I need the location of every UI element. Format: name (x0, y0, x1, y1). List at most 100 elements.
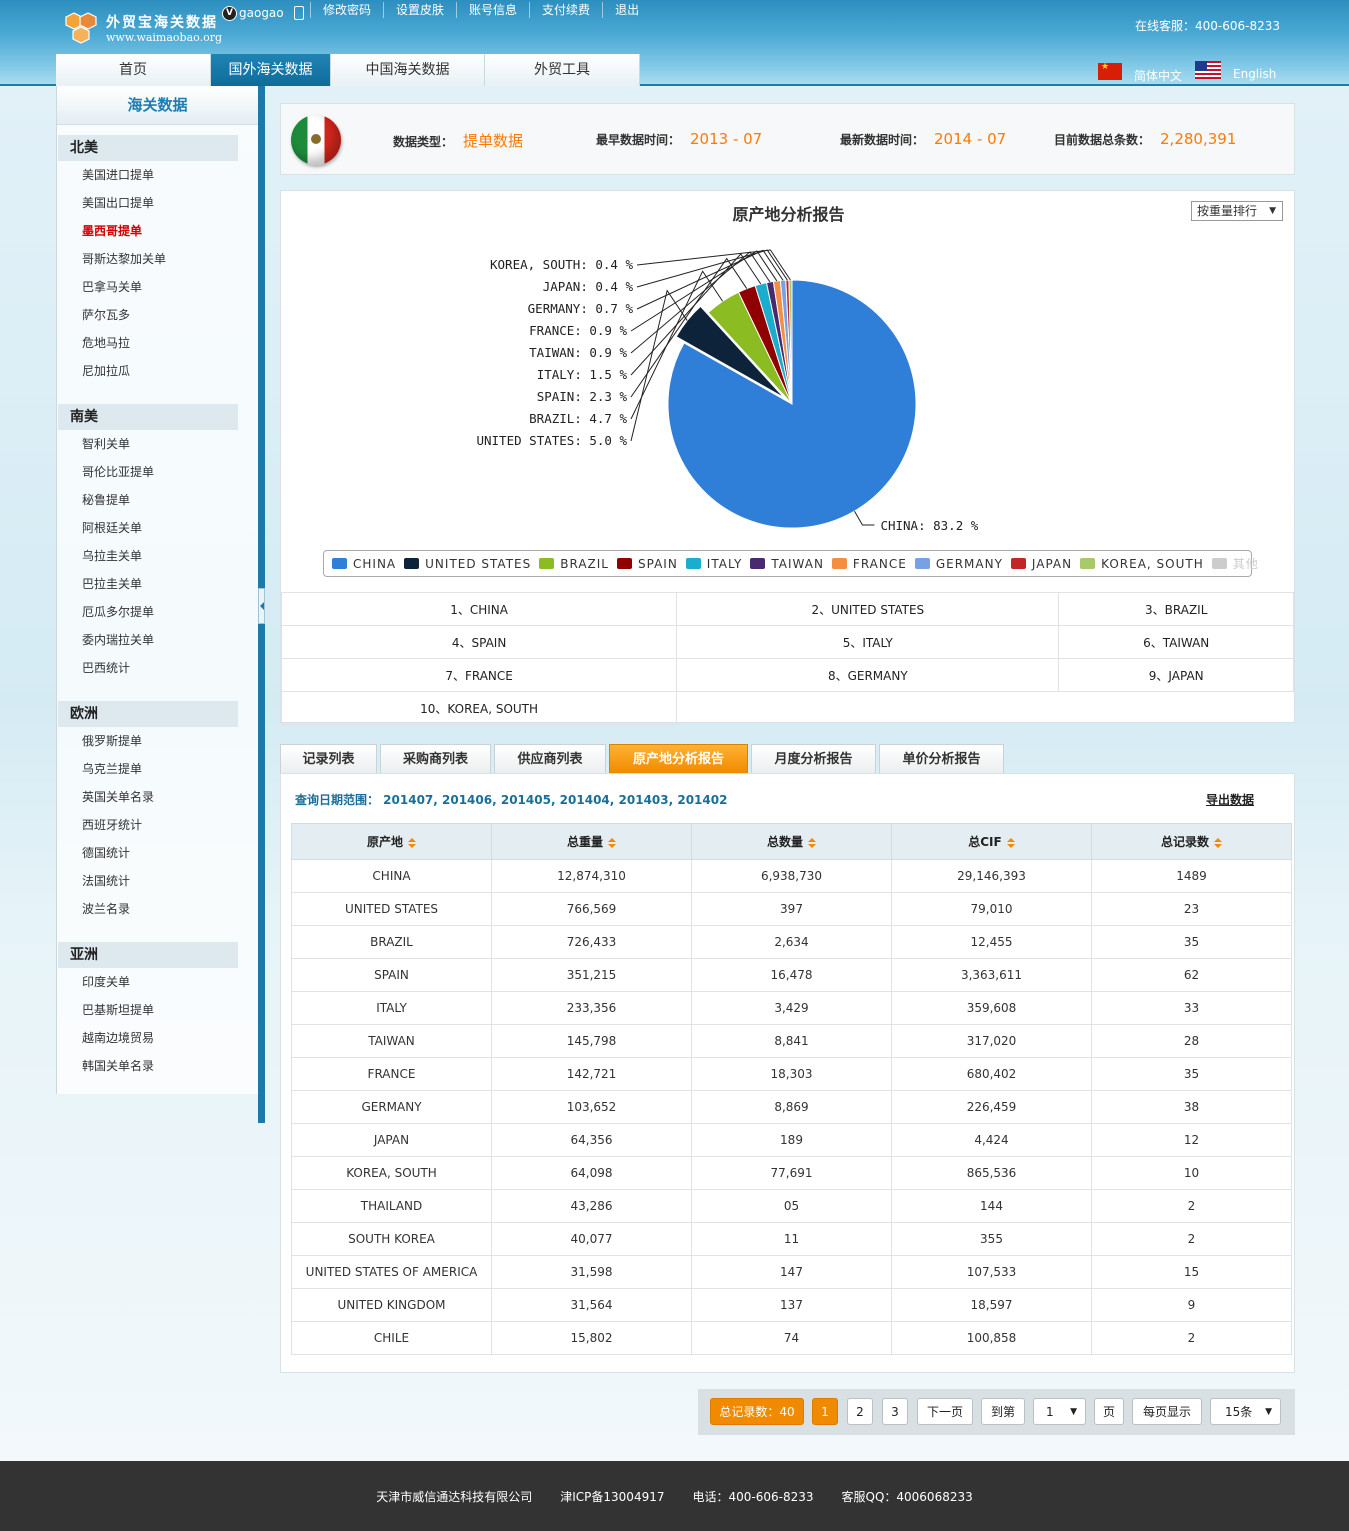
sidebar-item[interactable]: 波兰名录 (57, 895, 258, 923)
legend-item[interactable]: ITALY (685, 557, 743, 571)
sidebar-item[interactable]: 俄罗斯提单 (57, 727, 258, 755)
col-header-cif[interactable]: 总CIF (891, 823, 1092, 860)
payment-link[interactable]: 支付续费 (529, 2, 602, 18)
goto-page-select[interactable]: 1 (1033, 1398, 1086, 1426)
sort-icon[interactable] (1006, 837, 1015, 848)
page-unit-button[interactable]: 页 (1094, 1398, 1124, 1425)
legend-item[interactable]: JAPAN (1010, 557, 1072, 571)
col-header-origin[interactable]: 原产地 (291, 823, 492, 860)
account-info-link[interactable]: 账号信息 (456, 2, 529, 18)
data-type-info: 数据类型： 提单数据 (393, 130, 523, 151)
sidebar-item[interactable]: 阿根廷关单 (57, 514, 258, 542)
next-page-button[interactable]: 下一页 (917, 1398, 973, 1425)
footer-icp[interactable]: 津ICP备13004917 (560, 1488, 664, 1505)
lang-english[interactable]: English (1195, 59, 1276, 81)
sort-icon[interactable] (408, 837, 416, 848)
nav-tab-foreign-customs[interactable]: 国外海关数据 (211, 54, 331, 86)
pie-data-label: BRAZIL: 4.7 % (529, 411, 627, 426)
sidebar-item[interactable]: 印度关单 (57, 968, 258, 996)
goto-page-button[interactable]: 到第 (981, 1398, 1025, 1425)
sidebar-item[interactable]: 韩国关单名录 (57, 1052, 258, 1080)
page-button[interactable]: 2 (847, 1398, 873, 1425)
sidebar-item[interactable]: 乌克兰提单 (57, 755, 258, 783)
col-header-records[interactable]: 总记录数 (1091, 823, 1292, 860)
sidebar-item[interactable]: 巴拿马关单 (57, 273, 258, 301)
sidebar-item[interactable]: 德国统计 (57, 839, 258, 867)
sort-icon[interactable] (1214, 837, 1222, 848)
tab-records[interactable]: 记录列表 (280, 744, 377, 773)
latest-date-label: 最新数据时间： (840, 133, 925, 147)
change-password-link[interactable]: 修改密码 (310, 2, 383, 18)
tab-buyers[interactable]: 采购商列表 (380, 744, 491, 773)
mobile-icon[interactable] (293, 6, 304, 20)
sort-icon[interactable] (808, 837, 816, 848)
page-button-current[interactable]: 1 (812, 1398, 838, 1425)
legend-item[interactable]: FRANCE (831, 557, 907, 571)
col-header-quantity[interactable]: 总数量 (691, 823, 892, 860)
legend-item[interactable]: TAIWAN (750, 557, 824, 571)
tab-monthly-report[interactable]: 月度分析报告 (751, 744, 876, 773)
table-cell: BRAZIL (291, 925, 492, 959)
sidebar-item[interactable]: 厄瓜多尔提单 (57, 598, 258, 626)
legend-item[interactable]: 其他 (1211, 555, 1259, 572)
col-header-weight[interactable]: 总重量 (491, 823, 692, 860)
pie-data-label: GERMANY: 0.7 % (528, 301, 634, 316)
region-asia: 亚洲 (58, 942, 238, 968)
tab-unit-price-report[interactable]: 单价分析报告 (879, 744, 1004, 773)
sort-icon[interactable] (608, 837, 616, 848)
lang-english-label: English (1233, 67, 1277, 81)
tab-origin-report[interactable]: 原产地分析报告 (609, 744, 748, 773)
table-cell: 8,841 (691, 1024, 892, 1058)
legend-item[interactable]: KOREA, SOUTH (1080, 557, 1204, 571)
table-cell: 35 (1091, 925, 1292, 959)
legend-swatch (539, 558, 555, 569)
legend-item[interactable]: GERMANY (914, 557, 1003, 571)
legend-swatch (1211, 558, 1227, 569)
tab-suppliers[interactable]: 供应商列表 (494, 744, 606, 773)
legend-item[interactable]: SPAIN (616, 556, 678, 571)
sidebar-item[interactable]: 尼加拉瓜 (57, 357, 258, 385)
legend-swatch (1010, 558, 1026, 569)
sidebar-item[interactable]: 危地马拉 (57, 329, 258, 357)
legend-label: SPAIN (637, 556, 678, 571)
legend-item[interactable]: UNITED STATES (404, 557, 531, 571)
per-page-button[interactable]: 每页显示 (1132, 1398, 1202, 1425)
sidebar-collapse-handle-icon[interactable] (258, 588, 265, 624)
region-europe: 欧洲 (58, 701, 238, 727)
sidebar-item[interactable]: 哥斯达黎加关单 (57, 245, 258, 273)
skin-settings-link[interactable]: 设置皮肤 (383, 2, 456, 18)
sidebar-item[interactable]: 智利关单 (57, 430, 258, 458)
sidebar-item[interactable]: 巴基斯坦提单 (57, 996, 258, 1024)
sidebar-item[interactable]: 美国出口提单 (57, 189, 258, 217)
sidebar-item-active[interactable]: 墨西哥提单 (57, 217, 258, 245)
per-page-select[interactable]: 15条 (1210, 1398, 1281, 1426)
legend-item[interactable]: BRAZIL (539, 557, 609, 571)
sidebar-item[interactable]: 哥伦比亚提单 (57, 458, 258, 486)
sidebar-item[interactable]: 巴拉圭关单 (57, 570, 258, 598)
sidebar-item[interactable]: 萨尔瓦多 (57, 301, 258, 329)
sidebar-item[interactable]: 越南边境贸易 (57, 1024, 258, 1052)
sidebar-item[interactable]: 法国统计 (57, 867, 258, 895)
table-row: 10、KOREA, SOUTH (280, 691, 1294, 725)
export-data-link[interactable]: 导出数据 (1206, 791, 1254, 808)
legend-item[interactable]: CHINA (332, 557, 396, 571)
nav-tab-china-customs[interactable]: 中国海关数据 (331, 54, 485, 86)
table-cell: 18,597 (891, 1288, 1092, 1322)
sidebar-item[interactable]: 美国进口提单 (57, 161, 258, 189)
nav-tab-trade-tools[interactable]: 外贸工具 (485, 54, 640, 86)
sidebar-item[interactable]: 委内瑞拉关单 (57, 626, 258, 654)
sidebar-item[interactable]: 巴西统计 (57, 654, 258, 682)
total-records-badge: 总记录数：40 (710, 1398, 804, 1425)
legend-label: TAIWAN (771, 556, 824, 571)
sidebar-item[interactable]: 英国关单名录 (57, 783, 258, 811)
sidebar-item[interactable]: 西班牙统计 (57, 811, 258, 839)
table-row: GERMANY 103,652 8,869 226,459 38 (291, 1090, 1292, 1124)
page-button[interactable]: 3 (882, 1398, 908, 1425)
nav-tab-home[interactable]: 首页 (56, 54, 211, 86)
logo[interactable]: 外贸宝海关数据 www.waimaobao.org (62, 8, 222, 46)
lang-chinese[interactable]: 简体中文 (1098, 59, 1182, 84)
logout-link[interactable]: 退出 (602, 2, 651, 18)
sidebar-item[interactable]: 秘鲁提单 (57, 486, 258, 514)
username[interactable]: gaogao (239, 6, 284, 20)
sidebar-item[interactable]: 乌拉圭关单 (57, 542, 258, 570)
